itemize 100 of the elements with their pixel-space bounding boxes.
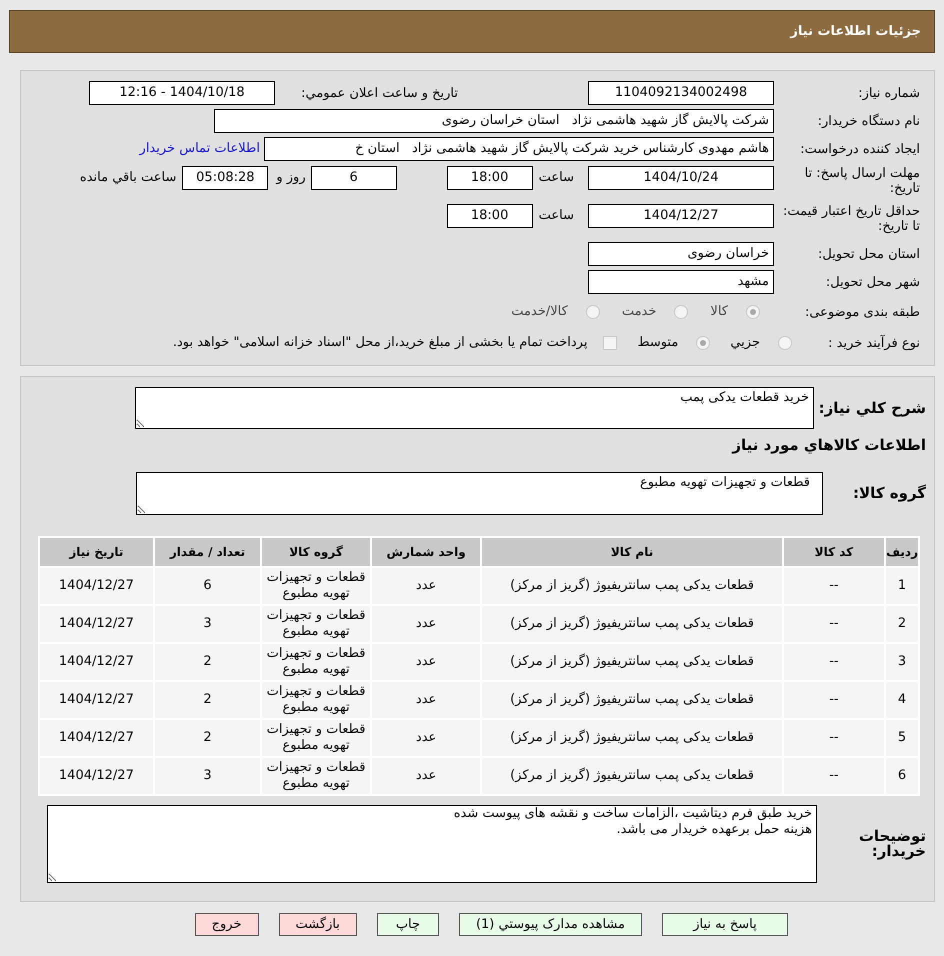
table-cell: قطعات یدکی پمب سانتریفیوژ (گریز از مرکز) [481,719,783,757]
table-cell: 2 [154,719,262,757]
field-text: ساعت [538,169,574,187]
field-label: نام دستگاه خریدار: [816,114,920,128]
field-text: پرداخت تمام یا بخشی از مبلغ خرید،از محل "اسناد خزانه اسلامی" خواهد بود. [172,334,588,352]
field-text: کالا/خدمت [511,303,568,322]
notes-field[interactable]: خرید طبق فرم دیتاشیت ،الزامات ساخت و نقشه های پیوست شده هزینه حمل برعهده خریدار می باشد. [47,805,817,883]
input-field[interactable]: خراسان رضوی [588,242,774,266]
table-cell: قطعات و تجهیزات تهویه مطبوع [261,719,371,757]
input-field[interactable]: 1404/10/18 - 12:16 [89,81,275,105]
table-cell: قطعات و تجهیزات تهویه مطبوع [261,681,371,719]
goods-group-field[interactable]: قطعات و تجهیزات تهویه مطبوع [136,472,823,514]
table-cell: 4 [885,681,919,719]
table-cell: قطعات یدکی پمب سانتریفیوژ (گریز از مرکز) [481,757,783,795]
column-header: کد کالا [782,537,886,567]
table-cell: 6 [154,567,262,605]
description-field[interactable]: خرید قطعات یدکی پمب [135,387,814,429]
checkbox[interactable] [603,336,618,350]
table-cell: 3 [154,757,262,795]
table-cell: قطعات یدکی پمب سانتریفیوژ (گریز از مرکز) [481,681,783,719]
input-field[interactable]: شرکت پالایش گاز شهید هاشمی نژاد استان خراسان رضوی [214,109,774,133]
table-cell: 2 [154,681,262,719]
field-text: جزيي [730,334,760,352]
field-text: ساعت [538,207,574,225]
action-button[interactable]: پاسخ به نیاز [662,913,788,936]
table-cell: 1404/12/27 [39,681,154,719]
countdown-field[interactable]: 05:08:28 [182,166,268,190]
field-label: تاریخ و ساعت اعلان عمومي: [300,86,458,100]
table-cell: -- [782,681,886,719]
table-cell: قطعات یدکی پمب سانتریفیوژ (گریز از مرکز) [481,605,783,643]
field-label: گروه کالا: [852,486,926,500]
field-label: مهلت ارسال پاسخ: تا تاریخ: [804,166,920,196]
field-label: شهر محل تحویل: [824,274,920,290]
action-button[interactable]: خروج [194,913,259,936]
field-text: ساعت باقي مانده [80,169,176,187]
radio-button[interactable] [674,305,688,319]
table-cell: عدد [370,719,482,757]
field-label: اطلاعات کالاهاي مورد نیاز [730,438,926,452]
input-field[interactable]: 18:00 [446,166,533,190]
table-cell: 3 [154,605,262,643]
table-cell: -- [782,567,886,605]
table-cell: 1404/12/27 [39,643,154,681]
input-field[interactable]: 1404/12/27 [588,204,774,228]
table-cell: -- [782,643,886,681]
radio-button[interactable] [778,336,792,350]
action-button[interactable]: چاپ [376,913,439,936]
table-cell: 1404/12/27 [39,567,154,605]
field-text: متوسط [637,334,678,352]
input-field[interactable]: 6 [310,166,397,190]
table-cell: قطعات و تجهیزات تهویه مطبوع [261,757,371,795]
input-field[interactable]: مشهد [588,270,774,294]
input-field[interactable]: هاشم مهدوی کارشناس خرید شرکت پالایش گاز شهید هاشمی نژاد استان خ [264,137,774,161]
field-label: شماره نیاز: [857,86,920,100]
field-label: توضیحات خریدار: [858,829,926,859]
table-cell: عدد [370,605,482,643]
field-label: نوع فرآیند خرید : [827,336,920,350]
table-cell: قطعات و تجهیزات تهویه مطبوع [261,643,371,681]
table-cell: -- [782,719,886,757]
table-cell: 2 [885,605,919,643]
table-cell: -- [782,757,886,795]
field-label: استان محل تحویل: [817,246,920,262]
field-label: حداقل تاریخ اعتبار قیمت: تا تاریخ: [782,204,920,234]
table-cell: 1 [885,567,919,605]
table-cell: 2 [154,643,262,681]
input-field[interactable]: 1104092134002498 [588,81,774,105]
radio-button[interactable] [696,336,710,350]
field-text: کالا [710,303,728,322]
input-field[interactable]: 18:00 [446,204,533,228]
table-cell: 6 [885,757,919,795]
table-cell: عدد [370,567,482,605]
contact-link[interactable]: اطلاعات تماس خریدار [140,139,260,159]
table-cell: عدد [370,757,482,795]
table-cell: 1404/12/27 [39,605,154,643]
table-cell: قطعات و تجهیزات تهویه مطبوع [261,567,371,605]
table-cell: 1404/12/27 [39,719,154,757]
field-label: ایجاد کننده درخواست: [799,142,920,156]
radio-button[interactable] [586,305,600,319]
column-header: واحد شمارش [370,537,482,567]
column-header: تاریخ نیاز [39,537,154,567]
table-cell: 5 [885,719,919,757]
table-cell: قطعات یدکی پمب سانتریفیوژ (گریز از مرکز) [481,567,783,605]
table-cell: 1404/12/27 [39,757,154,795]
action-button[interactable]: مشاهده مدارک پیوستي (1) [458,913,642,936]
table-cell: 3 [885,643,919,681]
field-label: شرح کلي نیاز: [818,400,926,416]
table-cell: عدد [370,643,482,681]
action-button[interactable]: بازگشت [278,913,357,936]
field-text: خدمت [622,303,656,322]
column-header: گروه کالا [261,537,371,567]
column-header: ردیف [885,537,919,567]
table-cell: عدد [370,681,482,719]
table-cell: قطعات یدکی پمب سانتریفیوژ (گریز از مرکز) [481,643,783,681]
field-label: طبقه بندی موضوعی: [804,304,920,320]
column-header: نام کالا [481,537,783,567]
radio-button[interactable] [746,305,760,319]
input-field[interactable]: 1404/10/24 [588,166,774,190]
page-title: جزئیات اطلاعات نیاز [790,22,921,41]
table-cell: قطعات و تجهیزات تهویه مطبوع [261,605,371,643]
column-header: تعداد / مقدار [154,537,262,567]
table-cell: -- [782,605,886,643]
